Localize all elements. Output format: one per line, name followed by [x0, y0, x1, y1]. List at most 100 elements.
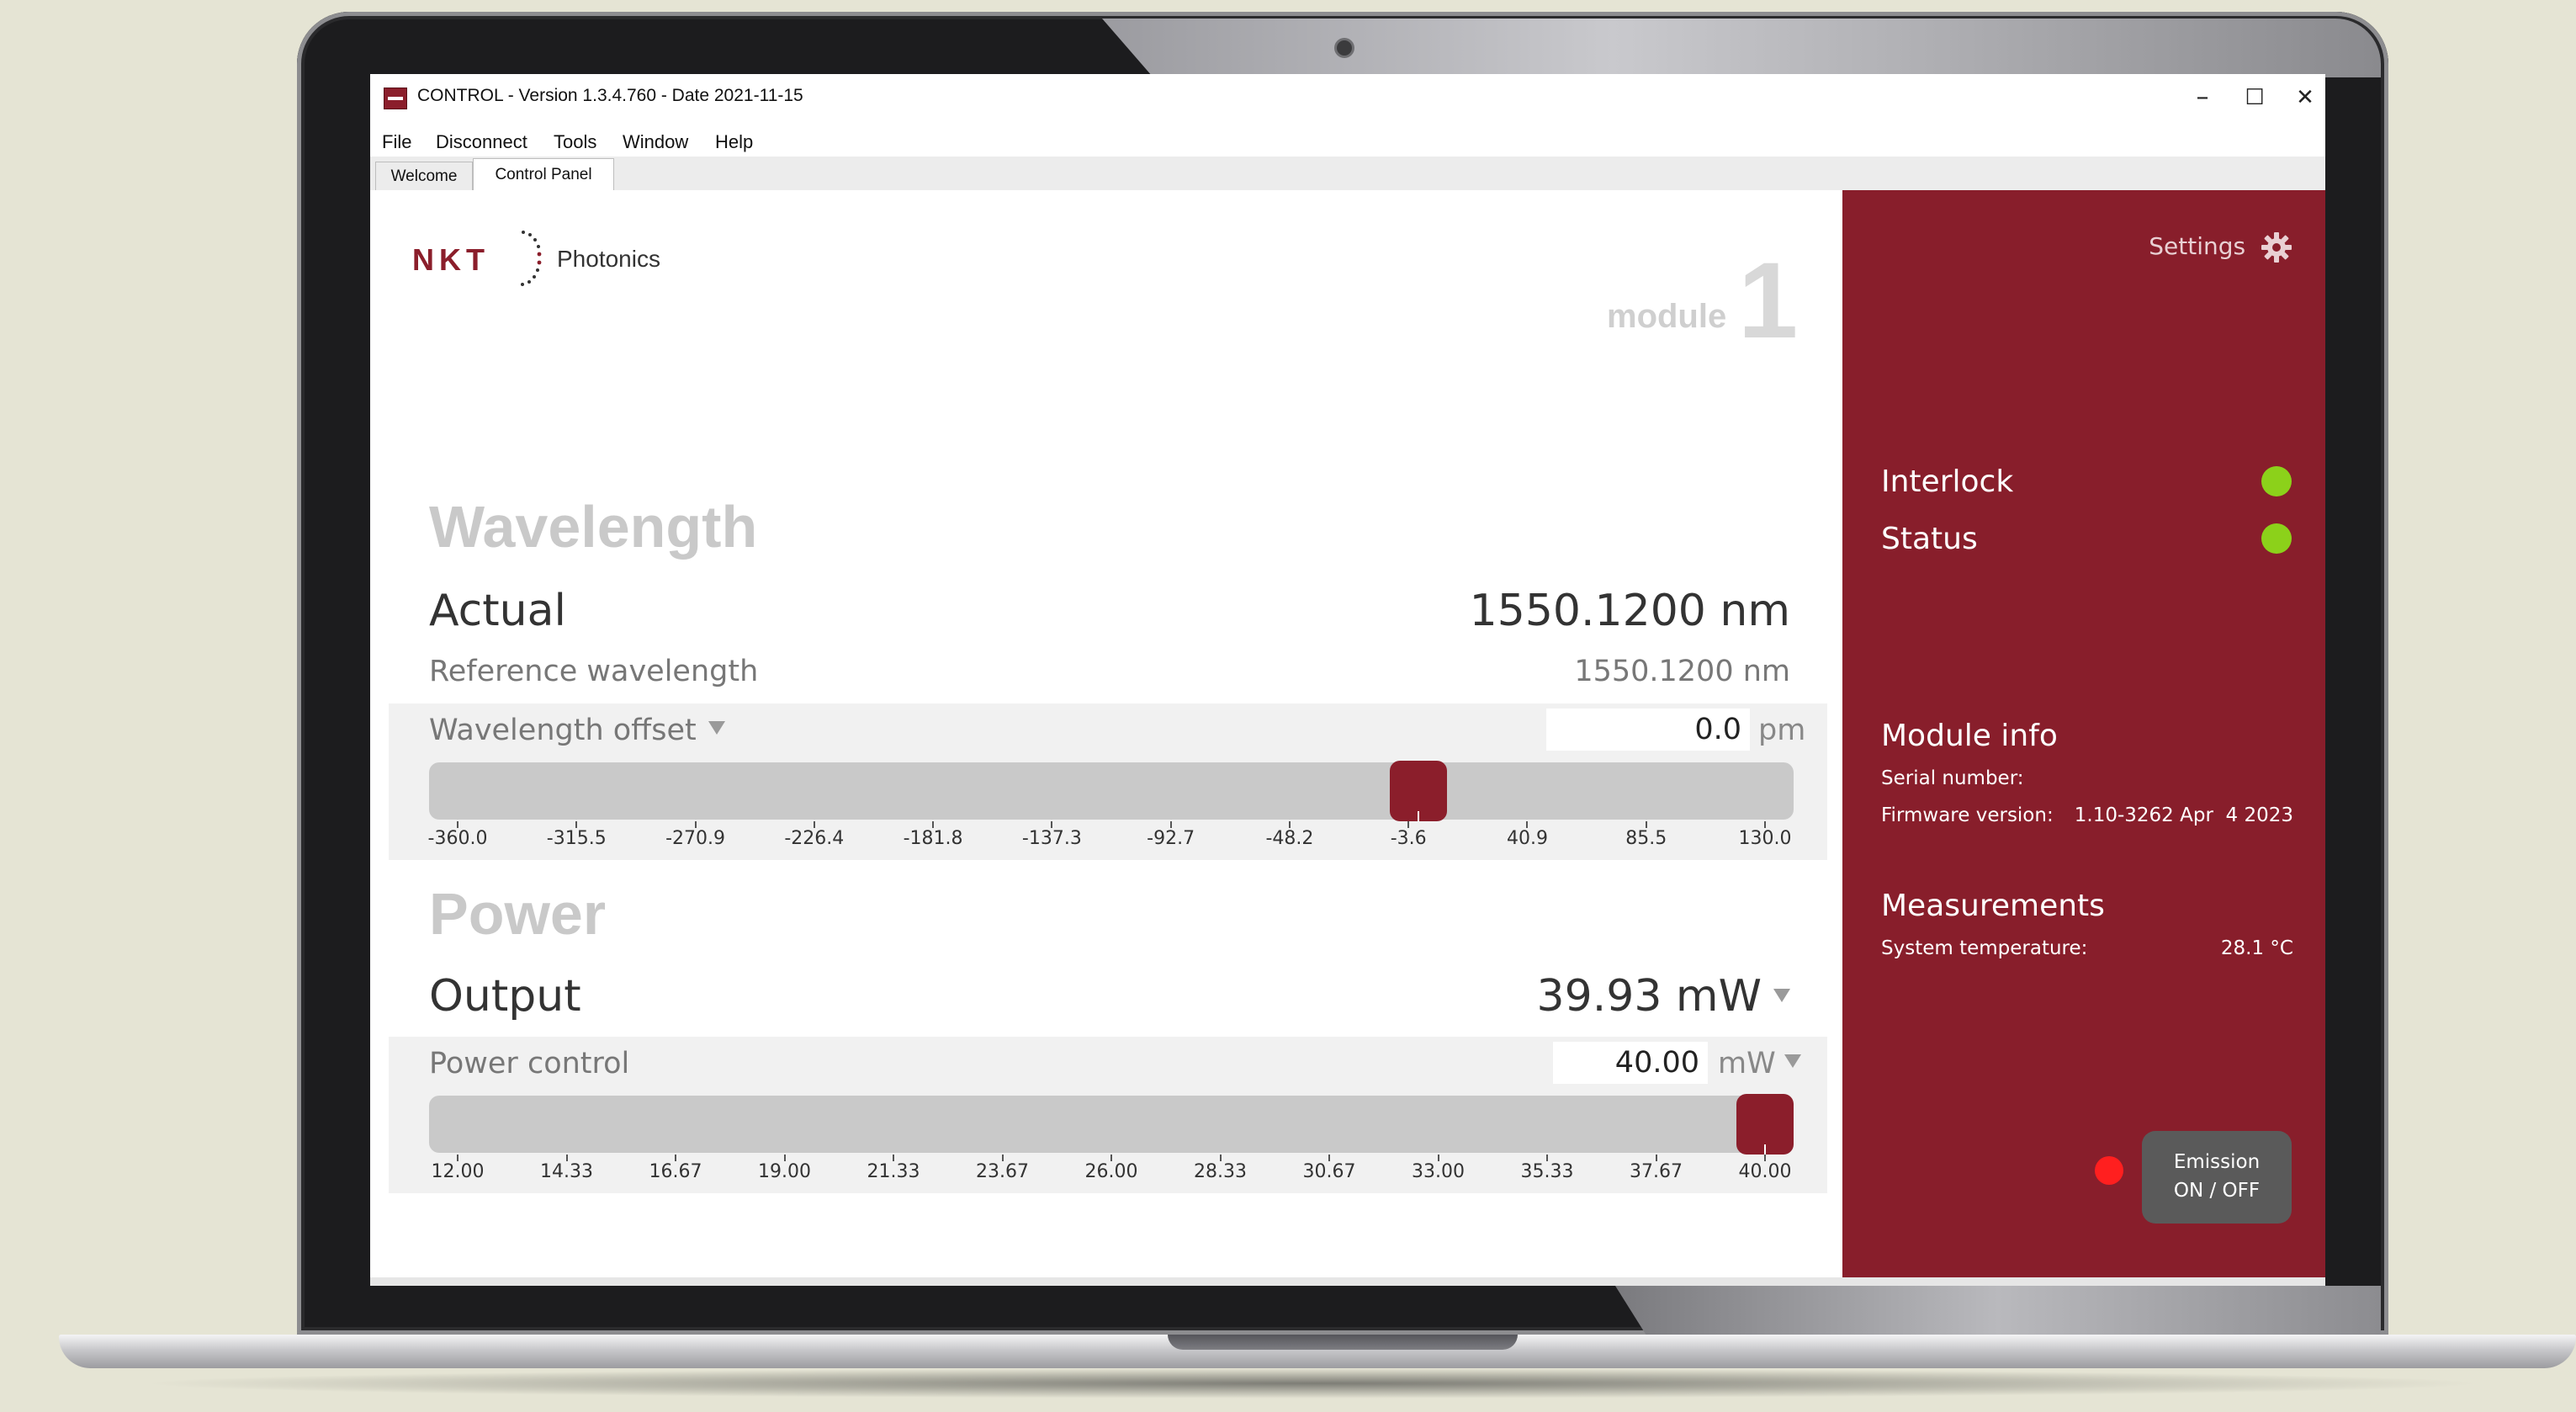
logo-brand: NKT: [412, 242, 490, 277]
wavelength-tickmark: [1764, 821, 1766, 828]
offset-label[interactable]: Wavelength offset: [429, 714, 725, 747]
power-tick-label: 33.00: [1412, 1161, 1465, 1182]
power-control-label: Power control: [429, 1047, 630, 1080]
power-tick-label: 12.00: [431, 1161, 485, 1182]
menu-bar: File Disconnect Tools Window Help: [370, 125, 2325, 157]
power-tickmark: [893, 1155, 894, 1161]
interlock-indicator: [2261, 466, 2292, 496]
power-title: Power: [429, 881, 607, 947]
wavelength-tickmark: [932, 821, 935, 828]
power-slider-track[interactable]: [429, 1094, 1794, 1155]
reference-value: 1550.1200 nm: [1574, 655, 1790, 688]
power-control-panel: Power control mW 12.00 14.33 16.67 19.00 21.…: [389, 1037, 1827, 1193]
wavelength-tick-label: -226.4: [784, 828, 845, 849]
wavelength-tick-label: 85.5: [1625, 828, 1667, 849]
power-tickmark: [565, 1155, 568, 1161]
window-title: CONTROL - Version 1.3.4.760 - Date 2021-…: [417, 86, 803, 105]
settings-label: Settings: [2149, 232, 2246, 260]
power-tick-label: 19.00: [758, 1161, 811, 1182]
power-tickmark: [1110, 1155, 1112, 1161]
close-button[interactable]: ✕: [2280, 79, 2325, 116]
power-tick-label: 23.67: [976, 1161, 1029, 1182]
logo-subtext: Photonics: [557, 246, 660, 272]
power-tickmark: [1328, 1155, 1330, 1161]
menu-file[interactable]: File: [382, 131, 411, 153]
power-unit-wrap[interactable]: mW: [1718, 1047, 1801, 1080]
logo-dots-icon: [521, 231, 542, 286]
wavelength-slider-thumb[interactable]: [1389, 761, 1447, 821]
output-value: 39.93 mW: [1536, 971, 1762, 1022]
output-label: Output: [429, 971, 581, 1022]
actual-label: Actual: [429, 586, 566, 636]
firmware-label: Firmware version:: [1881, 804, 2054, 826]
wavelength-tickmark: [1288, 821, 1291, 828]
emission-label-line2: ON / OFF: [2173, 1180, 2261, 1202]
power-tick-label: 21.33: [867, 1161, 920, 1182]
power-tick-label: 40.00: [1738, 1161, 1792, 1182]
output-value-wrap[interactable]: 39.93 mW: [1537, 971, 1790, 1022]
tab-control-panel[interactable]: Control Panel: [473, 158, 614, 191]
wavelength-tick-label: -315.5: [546, 828, 607, 849]
wavelength-tick-label: 130.0: [1738, 828, 1792, 849]
power-input[interactable]: [1553, 1042, 1708, 1084]
offset-input[interactable]: [1546, 709, 1750, 751]
module-number: 1: [1738, 241, 1799, 361]
wavelength-tick-label: -270.9: [665, 828, 725, 849]
tab-strip: Welcome Control Panel: [370, 157, 2325, 191]
wavelength-tickmark: [575, 821, 578, 828]
wavelength-tickmark: [457, 821, 458, 828]
wavelength-tick-label: -48.2: [1265, 828, 1314, 849]
wavelength-title: Wavelength: [429, 494, 758, 560]
emission-toggle-button[interactable]: Emission ON / OFF: [2142, 1131, 2292, 1224]
serial-label: Serial number:: [1881, 767, 2024, 789]
wavelength-tickmark: [1645, 821, 1647, 828]
emission-label-line1: Emission: [2173, 1151, 2261, 1173]
wavelength-tick-label: -137.3: [1021, 828, 1082, 849]
menu-disconnect[interactable]: Disconnect: [436, 131, 527, 153]
power-tickmark: [1001, 1155, 1004, 1161]
status-indicator: [2261, 523, 2292, 554]
output-unit-dropdown-icon[interactable]: [1773, 989, 1790, 1002]
interlock-label: Interlock: [1881, 464, 2014, 499]
power-tickmark: [783, 1155, 786, 1161]
temperature-label: System temperature:: [1881, 937, 2088, 959]
menu-tools[interactable]: Tools: [554, 131, 596, 153]
offset-label-text: Wavelength offset: [429, 714, 697, 747]
laptop-notch: [1168, 1335, 1518, 1350]
wavelength-tickmark: [813, 821, 815, 828]
menu-window[interactable]: Window: [623, 131, 688, 153]
title-bar: CONTROL - Version 1.3.4.760 - Date 2021-…: [370, 74, 2325, 125]
minimize-button[interactable]: –: [2177, 79, 2228, 116]
actual-value: 1550.1200 nm: [1469, 586, 1790, 636]
wavelength-slider-track[interactable]: [429, 761, 1794, 821]
laptop-shadow: [135, 1368, 2490, 1399]
maximize-button[interactable]: ☐: [2229, 79, 2280, 116]
wavelength-tick-label: -92.7: [1147, 828, 1195, 849]
wavelength-tickmark: [1051, 821, 1053, 828]
wavelength-tickmark: [694, 821, 697, 828]
power-tickmark: [1437, 1155, 1439, 1161]
wavelength-tick-label: 40.9: [1506, 828, 1548, 849]
wavelength-tickmark: [1526, 821, 1529, 828]
firmware-value: 1.10-3262 Apr 4 2023: [2074, 804, 2293, 826]
power-tickmark: [1655, 1155, 1657, 1161]
power-tick-label: 35.33: [1520, 1161, 1574, 1182]
measurements-title: Measurements: [1881, 889, 2105, 923]
power-tickmark: [1764, 1155, 1766, 1161]
offset-dropdown-icon[interactable]: [708, 721, 725, 735]
wavelength-tick-label: -360.0: [427, 828, 488, 849]
power-tickmark: [1219, 1155, 1222, 1161]
reference-label: Reference wavelength: [429, 655, 759, 688]
tab-welcome[interactable]: Welcome: [375, 162, 473, 190]
power-tickmark: [457, 1155, 458, 1161]
menu-help[interactable]: Help: [715, 131, 753, 153]
wavelength-offset-panel: Wavelength offset pm -360.0 -315.5 -270.9 -…: [389, 703, 1827, 860]
window-bottom-edge: [370, 1277, 2325, 1286]
module-label: module: [1607, 298, 1727, 335]
power-tickmark: [1546, 1155, 1548, 1161]
app-window: CONTROL - Version 1.3.4.760 - Date 2021-…: [370, 74, 2325, 1286]
power-unit-dropdown-icon[interactable]: [1784, 1054, 1801, 1068]
settings-button[interactable]: Settings: [2149, 231, 2293, 264]
power-slider-thumb[interactable]: [1736, 1094, 1794, 1155]
emission-indicator: [2095, 1156, 2123, 1185]
